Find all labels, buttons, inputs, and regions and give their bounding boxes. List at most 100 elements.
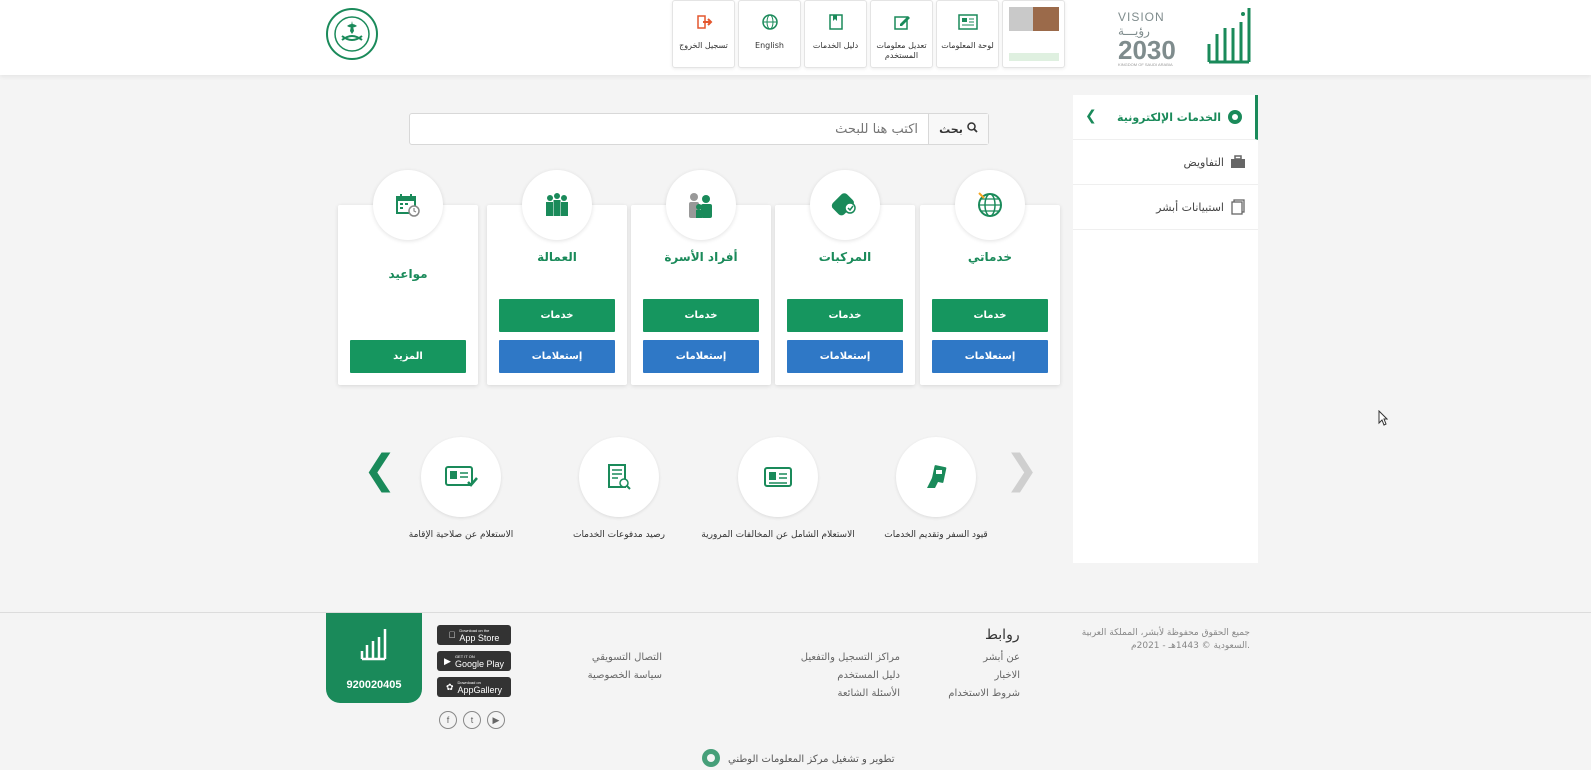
card-family-members: أفراد الأسرة خدمات إستعلامات — [631, 170, 771, 385]
edit-icon — [891, 11, 913, 33]
store-name: AppGallery — [457, 684, 503, 695]
store-name: App Store — [455, 632, 499, 643]
vision-line3: KINGDOM OF SAUDI ARABIA — [1118, 62, 1173, 67]
services-guide-label: دليل الخدمات — [812, 41, 859, 50]
apple-icon:  — [449, 630, 456, 640]
dashboard-label: لوحة المعلومات — [941, 41, 994, 50]
carousel-item-residency-validity[interactable]: الاستعلام عن صلاحية الإقامة — [381, 437, 541, 542]
phone-number: 920020405 — [346, 679, 402, 691]
sidebar-item-delegations[interactable]: التفاويض — [1073, 140, 1258, 185]
card-title: المركبات — [818, 250, 872, 264]
search-input[interactable] — [410, 114, 928, 144]
carousel-prev-icon[interactable]: ❮ — [363, 450, 397, 490]
car-icon — [810, 170, 880, 240]
edit-user-button[interactable]: تعديل معلومات المستخدم — [870, 0, 933, 68]
edit-user-label: تعديل معلومات المستخدم — [876, 41, 927, 60]
carousel-item-label: الاستعلام عن صلاحية الإقامة — [408, 530, 514, 540]
travel-card-icon — [896, 437, 976, 517]
footer-link-terms[interactable]: شروط الاستخدام — [930, 688, 1020, 699]
mouse-cursor-icon — [1378, 410, 1388, 426]
footer-link-marketing[interactable]: التصال التسويقي — [560, 652, 662, 663]
footer-link-news[interactable]: الاخبار — [960, 670, 1020, 681]
more-button[interactable]: المزيد — [350, 340, 466, 373]
footer-link-about[interactable]: عن أبشر — [960, 652, 1020, 663]
family-icon — [666, 170, 736, 240]
inquiries-button[interactable]: إستعلامات — [787, 340, 903, 373]
globe-icon — [759, 11, 781, 33]
credit-line: تطوير و تشغيل مركز المعلومات الوطني — [700, 747, 894, 770]
card-title: خدماتي — [967, 250, 1013, 264]
profile-bar — [1008, 53, 1059, 61]
vision-2030-logo: VISION رؤيـــة 2030 KINGDOM OF SAUDI ARA… — [1118, 10, 1200, 67]
youtube-icon[interactable]: ▶ — [487, 711, 505, 729]
briefcase-icon — [1230, 155, 1246, 169]
footer-link-user-guide[interactable]: دليل المستخدم — [800, 670, 900, 681]
inquiries-button[interactable]: إستعلامات — [499, 340, 615, 373]
twitter-icon[interactable]: t — [463, 711, 481, 729]
residency-check-icon — [421, 437, 501, 517]
search-button[interactable]: بحث — [928, 114, 988, 144]
play-icon: ▶ — [444, 655, 451, 666]
dashboard-icon — [957, 11, 979, 33]
profile-picture[interactable] — [1002, 0, 1065, 68]
google-play-button[interactable]: ▶ GET IT ON Google Play — [437, 651, 511, 671]
sidebar-item-surveys[interactable]: استبيانات أبشر — [1073, 185, 1258, 230]
footer-link-privacy[interactable]: سياسة الخصوصية — [560, 670, 662, 681]
inquiries-button[interactable]: إستعلامات — [932, 340, 1048, 373]
id-card-icon — [738, 437, 818, 517]
card-title: مواعيد — [388, 267, 428, 281]
carousel-item-traffic-violations[interactable]: الاستعلام الشامل عن المخالفات المرورية — [698, 437, 858, 542]
facebook-icon[interactable]: f — [439, 711, 457, 729]
appgallery-button[interactable]: ✿ Download on AppGallery — [437, 677, 511, 697]
absher-logo-icon — [360, 629, 387, 661]
eservices-icon — [1227, 110, 1243, 124]
services-button[interactable]: خدمات — [932, 299, 1048, 332]
absher-contact-box: 920020405 — [326, 613, 422, 703]
carousel-item-label: قيود السفر وتقديم الخدمات — [884, 530, 988, 540]
search-icon — [967, 122, 978, 136]
carousel-item-label: الاستعلام الشامل عن المخالفات المرورية — [701, 530, 855, 540]
dashboard-button[interactable]: لوحة المعلومات — [936, 0, 999, 68]
logout-icon — [693, 11, 715, 33]
carousel-item-payments-balance[interactable]: رصيد مدفوعات الخدمات — [539, 437, 699, 542]
carousel-item-travel-restrictions[interactable]: قيود السفر وتقديم الخدمات — [856, 437, 1016, 542]
services-button[interactable]: خدمات — [499, 299, 615, 332]
survey-icon — [1230, 199, 1246, 215]
vision-line1: VISION رؤيـــة — [1118, 10, 1165, 38]
calendar-icon — [373, 170, 443, 240]
links-title: روابط — [985, 627, 1020, 643]
sidebar-item-label: الخدمات الإلكترونية — [1117, 110, 1221, 124]
inquiries-button[interactable]: إستعلامات — [643, 340, 759, 373]
card-title: العمالة — [537, 250, 577, 264]
footer-link-faq[interactable]: الأسئلة الشائعة — [800, 688, 901, 699]
credit-text: تطوير و تشغيل مركز المعلومات الوطني — [728, 754, 895, 765]
sidebar-item-eservices[interactable]: ❮ الخدمات الإلكترونية — [1073, 95, 1258, 140]
services-button[interactable]: خدمات — [787, 299, 903, 332]
app-store-button[interactable]:  Download on theApp Store — [437, 625, 511, 645]
card-workers: العمالة خدمات إستعلامات — [487, 170, 627, 385]
header-toolbar: تسجيل الخروج English دليل الخدمات تعديل … — [672, 0, 1065, 68]
sidebar-item-label: استبيانات أبشر — [1156, 200, 1224, 214]
card-my-services: خدماتي خدمات إستعلامات — [920, 170, 1060, 385]
search-button-label: بحث — [939, 122, 963, 136]
absher-logo[interactable] — [1203, 4, 1255, 66]
card-title: أفراد الأسرة — [664, 250, 738, 264]
logout-label: تسجيل الخروج — [679, 41, 728, 50]
nic-logo-icon — [700, 747, 722, 770]
workers-icon — [522, 170, 592, 240]
english-button[interactable]: English — [738, 0, 801, 68]
saudi-emblem-icon — [326, 8, 378, 60]
english-label: English — [755, 41, 784, 50]
search-bar: بحث — [409, 113, 989, 145]
sidebar: ❮ الخدمات الإلكترونية التفاويض استبيانات… — [1073, 95, 1258, 563]
receipt-icon — [579, 437, 659, 517]
logout-button[interactable]: تسجيل الخروج — [672, 0, 735, 68]
services-button[interactable]: خدمات — [643, 299, 759, 332]
chevron-left-icon[interactable]: ❮ — [1085, 108, 1097, 124]
huawei-icon: ✿ — [445, 681, 454, 692]
services-guide-button[interactable]: دليل الخدمات — [804, 0, 867, 68]
footer-link-registration-centers[interactable]: مراكز التسجيل والتفعيل — [770, 652, 900, 663]
card-vehicles: المركبات خدمات إستعلامات — [775, 170, 915, 385]
avatar — [1008, 7, 1059, 31]
book-icon — [825, 11, 847, 33]
